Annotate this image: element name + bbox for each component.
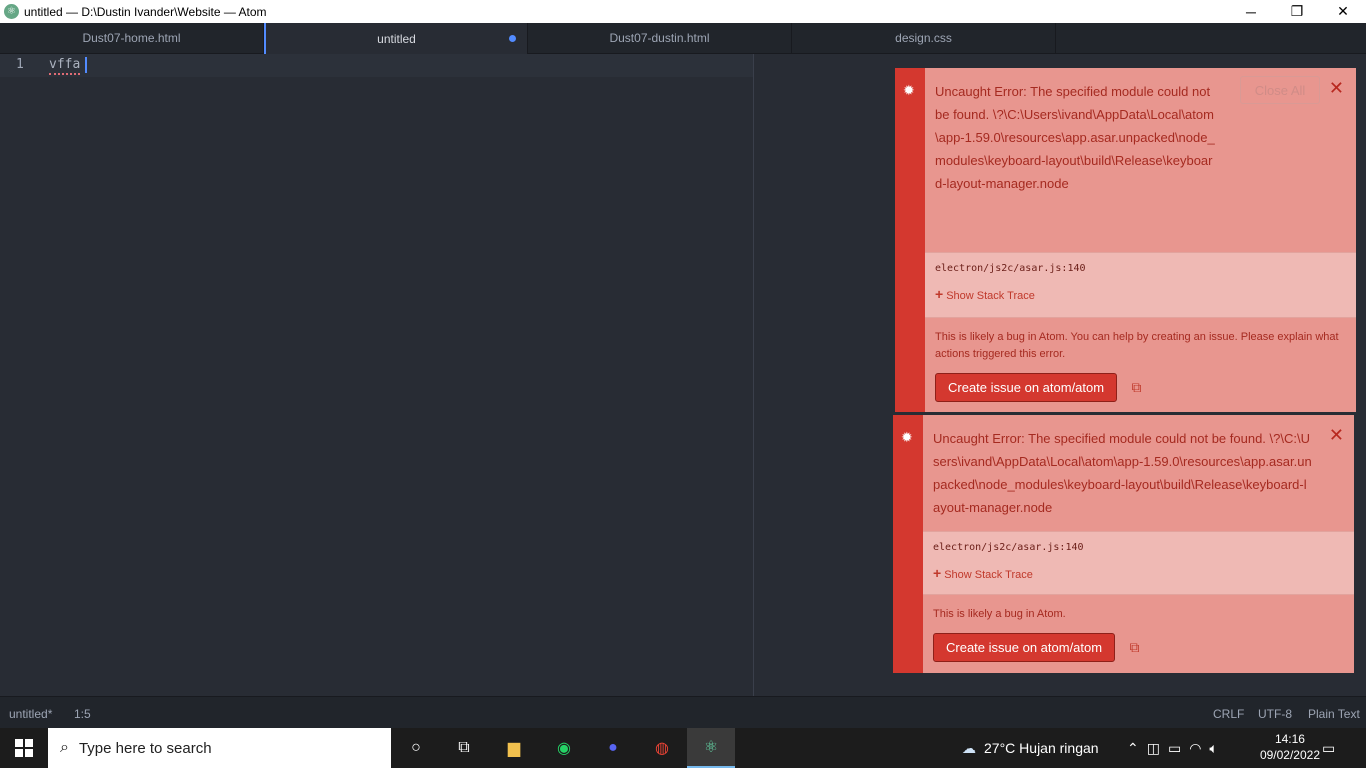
windows-logo-icon <box>15 739 33 757</box>
window-controls: ─ ❐ ✕ <box>1228 0 1366 23</box>
file-explorer-icon[interactable]: ▆ <box>490 728 538 768</box>
error-location: electron/js2c/asar.js:140 <box>933 542 1084 553</box>
atom-taskbar-icon[interactable]: ⚛ <box>687 728 735 768</box>
notification-center-icon[interactable]: ▭ <box>1322 728 1335 768</box>
chevron-up-icon[interactable]: ⌃ <box>1127 740 1139 757</box>
close-icon[interactable]: ✕ <box>1329 425 1344 446</box>
editor-text[interactable]: vffa <box>49 57 81 75</box>
status-cursor-position[interactable]: 1:5 <box>74 707 91 721</box>
cloud-icon: ☁ <box>962 739 976 756</box>
tab-label: Dust07-dustin.html <box>609 31 710 45</box>
atom-logo-icon: ⚛ <box>4 4 19 19</box>
chrome-icon[interactable]: ◍ <box>638 728 686 768</box>
discord-icon[interactable]: ● <box>589 728 637 768</box>
battery-icon[interactable]: ▭ <box>1168 740 1181 757</box>
wifi-icon[interactable]: ◠ <box>1189 740 1201 757</box>
tab-dust07-home[interactable]: Dust07-home.html <box>0 23 264 53</box>
tab-label: design.css <box>895 31 952 45</box>
stack-trace-label: Show Stack Trace <box>944 569 1033 581</box>
search-placeholder: Type here to search <box>78 739 212 757</box>
line-number: 1 <box>16 57 24 72</box>
copy-icon[interactable]: ⧉ <box>1130 639 1140 656</box>
status-file-name[interactable]: untitled* <box>9 707 52 721</box>
cursor-line-highlight <box>0 54 754 77</box>
system-tray: ⌃ ◫ ▭ ◠ 🔈︎ <box>1127 728 1218 768</box>
cortana-icon[interactable]: ○ <box>392 728 440 768</box>
tab-bar: Dust07-home.html untitled Dust07-dustin.… <box>0 23 1366 54</box>
window-title: untitled — D:\Dustin Ivander\Website — A… <box>24 4 267 19</box>
status-grammar[interactable]: Plain Text <box>1308 707 1360 721</box>
tab-untitled[interactable]: untitled <box>264 23 528 54</box>
bug-icon: ✹ <box>903 82 915 98</box>
search-icon: ⌕ <box>60 739 69 756</box>
text-caret <box>85 57 87 73</box>
close-window-button[interactable]: ✕ <box>1320 0 1366 23</box>
whatsapp-icon[interactable]: ◉ <box>540 728 588 768</box>
error-message: Uncaught Error: The specified module cou… <box>933 431 1312 515</box>
taskbar-clock[interactable]: 14:16 09/02/2022 <box>1260 731 1320 763</box>
create-issue-button[interactable]: Create issue on atom/atom <box>935 373 1118 402</box>
start-button[interactable] <box>0 728 48 768</box>
error-description: This is likely a bug in Atom. You can he… <box>935 331 1339 360</box>
status-bar: untitled* 1:5 CRLF UTF-8 Plain Text <box>0 696 1366 728</box>
title-bar: ⚛ untitled — D:\Dustin Ivander\Website —… <box>0 0 1366 23</box>
plus-icon: + <box>935 286 944 302</box>
taskbar: ⌕ Type here to search ○ ⧉ ▆ ◉ ● ◍ ⚛ ☁ 27… <box>0 728 1366 768</box>
show-stack-trace-link[interactable]: + Show Stack Trace <box>923 553 1354 591</box>
stack-trace-label: Show Stack Trace <box>946 290 1035 302</box>
status-line-ending[interactable]: CRLF <box>1213 707 1244 721</box>
restore-button[interactable]: ❐ <box>1274 0 1320 23</box>
clock-date: 09/02/2022 <box>1259 748 1320 762</box>
close-all-button[interactable]: Close All <box>1240 76 1320 104</box>
show-stack-trace-link[interactable]: + Show Stack Trace <box>925 274 1356 312</box>
close-icon[interactable]: ✕ <box>1329 78 1344 99</box>
weather-widget[interactable]: ☁ 27°C Hujan ringan <box>962 728 1099 768</box>
copy-icon[interactable]: ⧉ <box>1132 379 1142 396</box>
volume-icon[interactable]: 🔈︎ <box>1209 740 1217 757</box>
taskbar-search-box[interactable]: ⌕ Type here to search <box>48 728 391 768</box>
clock-time: 14:16 <box>1274 732 1305 746</box>
tab-label: Dust07-home.html <box>82 31 181 45</box>
tab-design-css[interactable]: design.css <box>792 23 1056 53</box>
task-view-icon[interactable]: ⧉ <box>440 728 488 768</box>
minimize-button[interactable]: ─ <box>1228 0 1274 23</box>
status-encoding[interactable]: UTF-8 <box>1258 707 1292 721</box>
error-detail: electron/js2c/asar.js:140 + Show Stack Tr… <box>925 252 1356 318</box>
error-notification: ✹ ✕ Uncaught Error: The specified module… <box>893 415 1354 673</box>
error-message: Uncaught Error: The specified module cou… <box>935 84 1215 191</box>
weather-text: 27°C Hujan ringan <box>984 740 1099 756</box>
plus-icon: + <box>933 565 942 581</box>
create-issue-button[interactable]: Create issue on atom/atom <box>933 633 1116 662</box>
error-description: This is likely a bug in Atom. <box>933 608 1066 620</box>
error-location: electron/js2c/asar.js:140 <box>935 263 1086 274</box>
meet-now-icon[interactable]: ◫ <box>1147 740 1160 757</box>
tab-label: untitled <box>377 31 416 46</box>
tab-dust07-dustin[interactable]: Dust07-dustin.html <box>528 23 792 53</box>
wrap-guide <box>753 54 754 696</box>
bug-icon: ✹ <box>901 429 913 445</box>
error-detail: electron/js2c/asar.js:140 + Show Stack Tr… <box>923 531 1354 595</box>
modified-indicator-icon[interactable] <box>509 35 516 42</box>
error-notification: ✹ Close All ✕ Uncaught Error: The specif… <box>895 68 1356 412</box>
